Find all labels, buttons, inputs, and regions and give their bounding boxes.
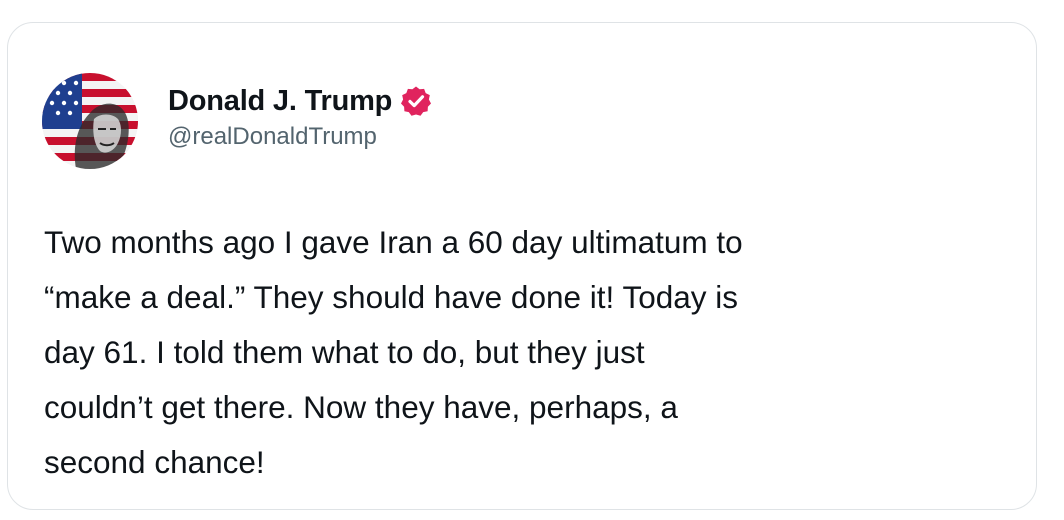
post-card: Donald J. Trump @realDonaldTrump Two mon… xyxy=(7,22,1037,510)
flag-portrait-avatar-icon xyxy=(42,73,138,169)
post-text: Two months ago I gave Iran a 60 day ulti… xyxy=(44,224,743,480)
verified-badge-icon xyxy=(400,85,432,117)
author-block: Donald J. Trump @realDonaldTrump xyxy=(168,81,432,151)
name-row: Donald J. Trump xyxy=(168,81,432,121)
avatar[interactable] xyxy=(42,73,138,169)
display-name[interactable]: Donald J. Trump xyxy=(168,85,392,118)
user-handle[interactable]: @realDonaldTrump xyxy=(168,123,432,151)
